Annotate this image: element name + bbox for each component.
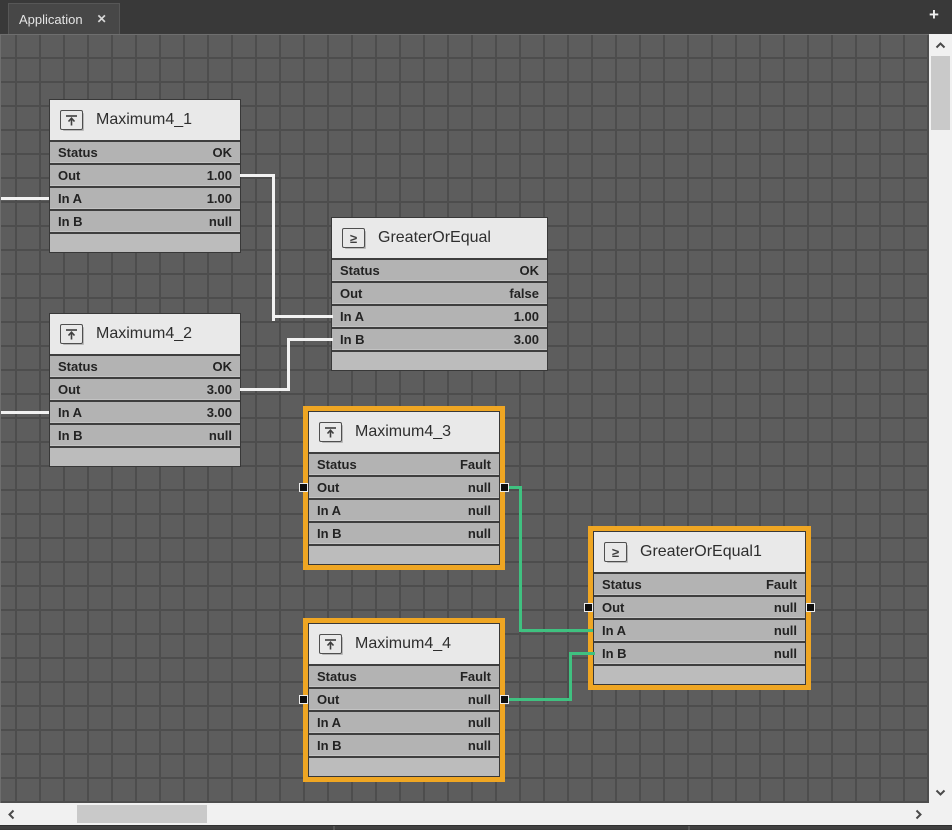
selection-handle-right[interactable]	[806, 603, 815, 612]
node-footer	[309, 756, 499, 776]
chevron-down-icon[interactable]	[929, 781, 952, 803]
node-footer	[309, 544, 499, 564]
node-title: Maximum4_2	[96, 325, 192, 343]
node-footer	[332, 350, 547, 370]
node-row-status: StatusOK	[50, 354, 240, 377]
node-row-status: StatusFault	[309, 664, 499, 687]
node-row-ina: In Anull	[309, 710, 499, 733]
horizontal-scrollbar[interactable]	[0, 803, 929, 825]
node-row-inb: In Bnull	[50, 209, 240, 232]
diagram-canvas[interactable]: Maximum4_1 StatusOK Out1.00 In A1.00 In …	[0, 34, 930, 804]
node-header[interactable]: Maximum4_1	[50, 100, 240, 140]
node-maximum4-4[interactable]: Maximum4_4 StatusFault Outnull In Anull …	[303, 618, 505, 782]
maximum-icon	[60, 110, 83, 130]
node-header[interactable]: Maximum4_3	[309, 412, 499, 452]
node-title: Maximum4_1	[96, 111, 192, 129]
node-row-ina: In A3.00	[50, 400, 240, 423]
node-row-out: Out1.00	[50, 163, 240, 186]
node-row-ina: In A1.00	[332, 304, 547, 327]
wire-max2-out-seg1[interactable]	[240, 388, 290, 391]
node-row-inb: In Bnull	[594, 641, 805, 664]
node-row-inb: In Bnull	[309, 521, 499, 544]
node-footer	[594, 664, 805, 684]
node-row-status: StatusFault	[594, 572, 805, 595]
node-title: Maximum4_3	[355, 423, 451, 441]
add-tab-button[interactable]: +	[924, 5, 944, 25]
wire-max4-out-seg3[interactable]	[569, 652, 595, 655]
node-row-ina: In Anull	[594, 618, 805, 641]
divider	[333, 826, 335, 830]
wire-external-to-max2-inA[interactable]	[1, 411, 49, 414]
node-greaterorequal[interactable]: ≥ GreaterOrEqual StatusOK Outfalse In A1…	[331, 217, 548, 371]
wire-max3-out-seg3[interactable]	[519, 629, 593, 632]
bottom-panel-edge	[0, 825, 952, 829]
node-row-out: Outnull	[594, 595, 805, 618]
node-row-inb: In Bnull	[309, 733, 499, 756]
greater-or-equal-icon: ≥	[342, 228, 365, 248]
vertical-scrollbar-thumb[interactable]	[931, 56, 950, 130]
selection-handle-left[interactable]	[299, 483, 308, 492]
node-row-status: StatusFault	[309, 452, 499, 475]
chevron-right-icon[interactable]	[907, 803, 929, 825]
wire-max3-out-seg2[interactable]	[519, 486, 522, 632]
selection-handle-right[interactable]	[500, 695, 509, 704]
wire-max1-out-seg3[interactable]	[272, 315, 333, 318]
node-footer	[50, 232, 240, 252]
node-row-out: Outnull	[309, 475, 499, 498]
node-row-out: Out3.00	[50, 377, 240, 400]
node-header[interactable]: Maximum4_4	[309, 624, 499, 664]
node-header[interactable]: Maximum4_2	[50, 314, 240, 354]
node-maximum4-2[interactable]: Maximum4_2 StatusOK Out3.00 In A3.00 In …	[49, 313, 241, 467]
wire-max4-out-seg1[interactable]	[502, 698, 572, 701]
node-footer	[50, 446, 240, 466]
greater-or-equal-icon: ≥	[604, 542, 627, 562]
chevron-left-icon[interactable]	[0, 803, 22, 825]
node-row-status: StatusOK	[332, 258, 547, 281]
node-greaterorequal1[interactable]: ≥ GreaterOrEqual1 StatusFault Outnull In…	[588, 526, 811, 690]
maximum-icon	[319, 422, 342, 442]
divider	[688, 826, 690, 830]
vertical-scrollbar[interactable]	[929, 34, 952, 803]
close-icon[interactable]: ✕	[97, 12, 107, 26]
selection-handle-right[interactable]	[500, 483, 509, 492]
node-header[interactable]: ≥ GreaterOrEqual1	[594, 532, 805, 572]
maximum-icon	[319, 634, 342, 654]
maximum-icon	[60, 324, 83, 344]
wire-max1-out-seg1[interactable]	[240, 174, 275, 177]
horizontal-scrollbar-thumb[interactable]	[77, 805, 207, 823]
tab-bar: Application ✕ +	[0, 0, 952, 33]
node-title: GreaterOrEqual	[378, 229, 491, 247]
node-row-status: StatusOK	[50, 140, 240, 163]
wire-max2-out-seg2[interactable]	[287, 338, 290, 391]
node-header[interactable]: ≥ GreaterOrEqual	[332, 218, 547, 258]
node-title: Maximum4_4	[355, 635, 451, 653]
node-maximum4-1[interactable]: Maximum4_1 StatusOK Out1.00 In A1.00 In …	[49, 99, 241, 253]
wire-max2-out-seg3[interactable]	[287, 338, 333, 341]
scrollbar-corner	[929, 803, 952, 825]
node-row-ina: In A1.00	[50, 186, 240, 209]
chevron-up-icon[interactable]	[929, 34, 952, 56]
selection-handle-left[interactable]	[584, 603, 593, 612]
node-row-inb: In Bnull	[50, 423, 240, 446]
node-maximum4-3[interactable]: Maximum4_3 StatusFault Outnull In Anull …	[303, 406, 505, 570]
selection-handle-left[interactable]	[299, 695, 308, 704]
tab-application[interactable]: Application ✕	[8, 3, 120, 34]
node-row-out: Outfalse	[332, 281, 547, 304]
wire-max4-out-seg2[interactable]	[569, 652, 572, 701]
wire-max1-out-seg2[interactable]	[272, 174, 275, 321]
wire-external-to-max1-inA[interactable]	[1, 197, 49, 200]
tab-label: Application	[19, 12, 83, 27]
node-title: GreaterOrEqual1	[640, 543, 762, 561]
node-row-out: Outnull	[309, 687, 499, 710]
node-row-ina: In Anull	[309, 498, 499, 521]
node-row-inb: In B3.00	[332, 327, 547, 350]
